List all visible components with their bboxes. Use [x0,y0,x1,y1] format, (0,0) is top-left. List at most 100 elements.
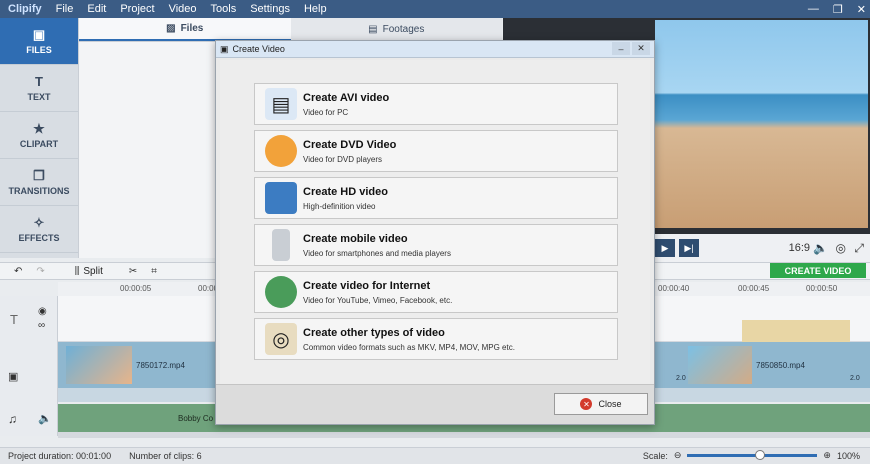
folder-icon: ▣ [32,26,46,42]
app-logo: Clipify [8,3,42,15]
dialog-close-icon[interactable]: ✕ [632,42,650,55]
crop-icon[interactable]: ⌗ [151,266,157,277]
sidebar-item-text[interactable]: T TEXT [0,65,78,112]
option-subtitle: Video for PC [303,107,349,117]
option-internet[interactable]: Create video for Internet Video for YouTu… [254,271,618,313]
audio-clip-name: Bobby Co [178,414,214,423]
option-other[interactable]: ◎ Create other types of video Common vide… [254,318,618,360]
transitions-icon: ❐ [33,167,45,183]
menu-help[interactable]: Help [304,3,327,15]
music-icon: ♫ [8,412,17,426]
restore-icon[interactable]: ❐ [833,3,843,16]
ruler-tick: 00:00:40 [658,284,690,293]
option-avi[interactable]: ▤ Create AVI video Video for PC [254,83,618,125]
next-button[interactable]: ▶| [679,239,699,257]
volume-track-icon[interactable]: 🔈 [38,412,52,425]
option-hd[interactable]: Create HD video High-definition video [254,177,618,219]
dvd-icon [265,135,297,167]
video-track-icon: ▣ [8,371,19,383]
option-title: Create other types of video [303,326,445,339]
menu-file[interactable]: File [56,3,74,15]
menu-tools[interactable]: Tools [211,3,237,15]
sidebar-item-transitions[interactable]: ❐ TRANSITIONS [0,159,78,206]
menu-settings[interactable]: Settings [250,3,290,15]
volume-icon[interactable]: 🔈 [813,241,828,255]
option-mobile[interactable]: Create mobile video Video for smartphones… [254,224,618,266]
project-duration: Project duration: 00:01:00 [8,451,112,461]
play-button[interactable]: ▶ [655,239,675,257]
eye-icon[interactable]: ◉ [38,306,47,317]
fullscreen-icon[interactable]: ⤢ [854,241,864,256]
option-subtitle: High-definition video [303,201,376,211]
menu-video[interactable]: Video [169,3,197,15]
text-icon: T [35,73,43,89]
duration-badge: 2.0 [850,375,860,382]
create-video-button[interactable]: CREATE VIDEO [770,263,866,278]
ruler-tick: 00:00:50 [806,284,838,293]
undo-icon[interactable]: ↶ [14,266,22,277]
zoom-out-icon[interactable]: ⊖ [674,450,682,461]
option-dvd[interactable]: Create DVD Video Video for DVD players [254,130,618,172]
aspect-ratio[interactable]: 16:9 [789,242,810,254]
option-subtitle: Video for YouTube, Vimeo, Facebook, etc. [303,295,453,305]
sidebar-item-label: TEXT [27,91,51,102]
dialog-minimize-icon[interactable]: – [612,42,630,55]
dialog-body: ▤ Create AVI video Video for PC Create DV… [220,60,650,385]
close-window-icon[interactable]: ✕ [857,3,866,16]
clip-thumbnail[interactable] [66,346,132,384]
clip-name: 7850172.mp4 [136,361,185,370]
redo-icon[interactable]: ↷ [36,266,44,277]
tab-files[interactable]: ▨ Files [79,18,291,41]
close-icon: ✕ [580,398,593,410]
scale-label: Scale: [642,450,668,461]
minimize-icon[interactable]: — [808,3,819,15]
scale-knob[interactable] [755,450,766,460]
ruler-tick: 00:00:05 [120,284,152,293]
dialog-footer: ✕ Close [216,384,654,424]
phone-icon [272,229,290,261]
sidebar-item-label: EFFECTS [18,232,60,243]
text-track-icon: T [10,312,18,327]
sidebar-item-label: FILES [26,44,52,55]
globe-icon [265,276,297,308]
reel-icon: ◎ [265,323,297,355]
sidebar-item-effects[interactable]: ✧ EFFECTS [0,206,78,253]
menu-edit[interactable]: Edit [87,3,106,15]
tab-label: Files [180,23,204,34]
create-video-dialog: ▣ Create Video – ✕ ▤ Create AVI video Vid… [215,40,655,425]
ruler-tick: 00:00:45 [738,284,770,293]
tab-footages[interactable]: ▤ Footages [291,18,503,41]
duration-badge: 2.0 [676,375,686,382]
sidebar: ▣ FILES T TEXT ★ CLIPART ❐ TRANSITIONS ✧… [0,18,78,258]
dialog-title: Create Video [232,44,285,54]
avi-icon: ▤ [265,88,297,120]
zoom-in-icon[interactable]: ⊕ [823,450,831,461]
clip-thumbnail[interactable] [688,346,752,384]
menu-project[interactable]: Project [120,3,154,15]
option-title: Create AVI video [303,91,390,104]
split-button[interactable]: Split [83,266,102,277]
timeline-scrollbar[interactable] [58,432,870,438]
text-clip[interactable] [742,320,850,342]
track-headers: T ◉ ∞ ▣ ♫ 🔈 [0,296,58,436]
sidebar-item-label: TRANSITIONS [8,185,70,196]
monitor-icon [265,182,297,214]
scale-slider[interactable] [687,450,818,460]
tab-label: Footages [382,24,425,35]
split-icon[interactable]: ⫼ [75,266,80,277]
scale-control: Scale: ⊖ ⊕ 100% [643,447,860,464]
option-title: Create mobile video [303,232,408,245]
link-icon[interactable]: ∞ [38,320,45,331]
zoom-level: 100% [836,450,860,461]
close-button[interactable]: ✕ Close [554,393,648,415]
star-icon: ★ [33,120,45,136]
option-subtitle: Video for DVD players [303,154,382,164]
option-title: Create video for Internet [303,279,431,292]
sidebar-item-clipart[interactable]: ★ CLIPART [0,112,78,159]
sidebar-item-files[interactable]: ▣ FILES [0,18,78,65]
clip-name: 7850850.mp4 [756,361,805,370]
camera-icon[interactable]: ◎ [836,241,846,255]
scissors-icon[interactable]: ✂ [129,266,137,277]
option-subtitle: Common video formats such as MKV, MP4, M… [303,342,515,352]
menu-bar: Clipify File Edit Project Video Tools Se… [0,0,870,18]
